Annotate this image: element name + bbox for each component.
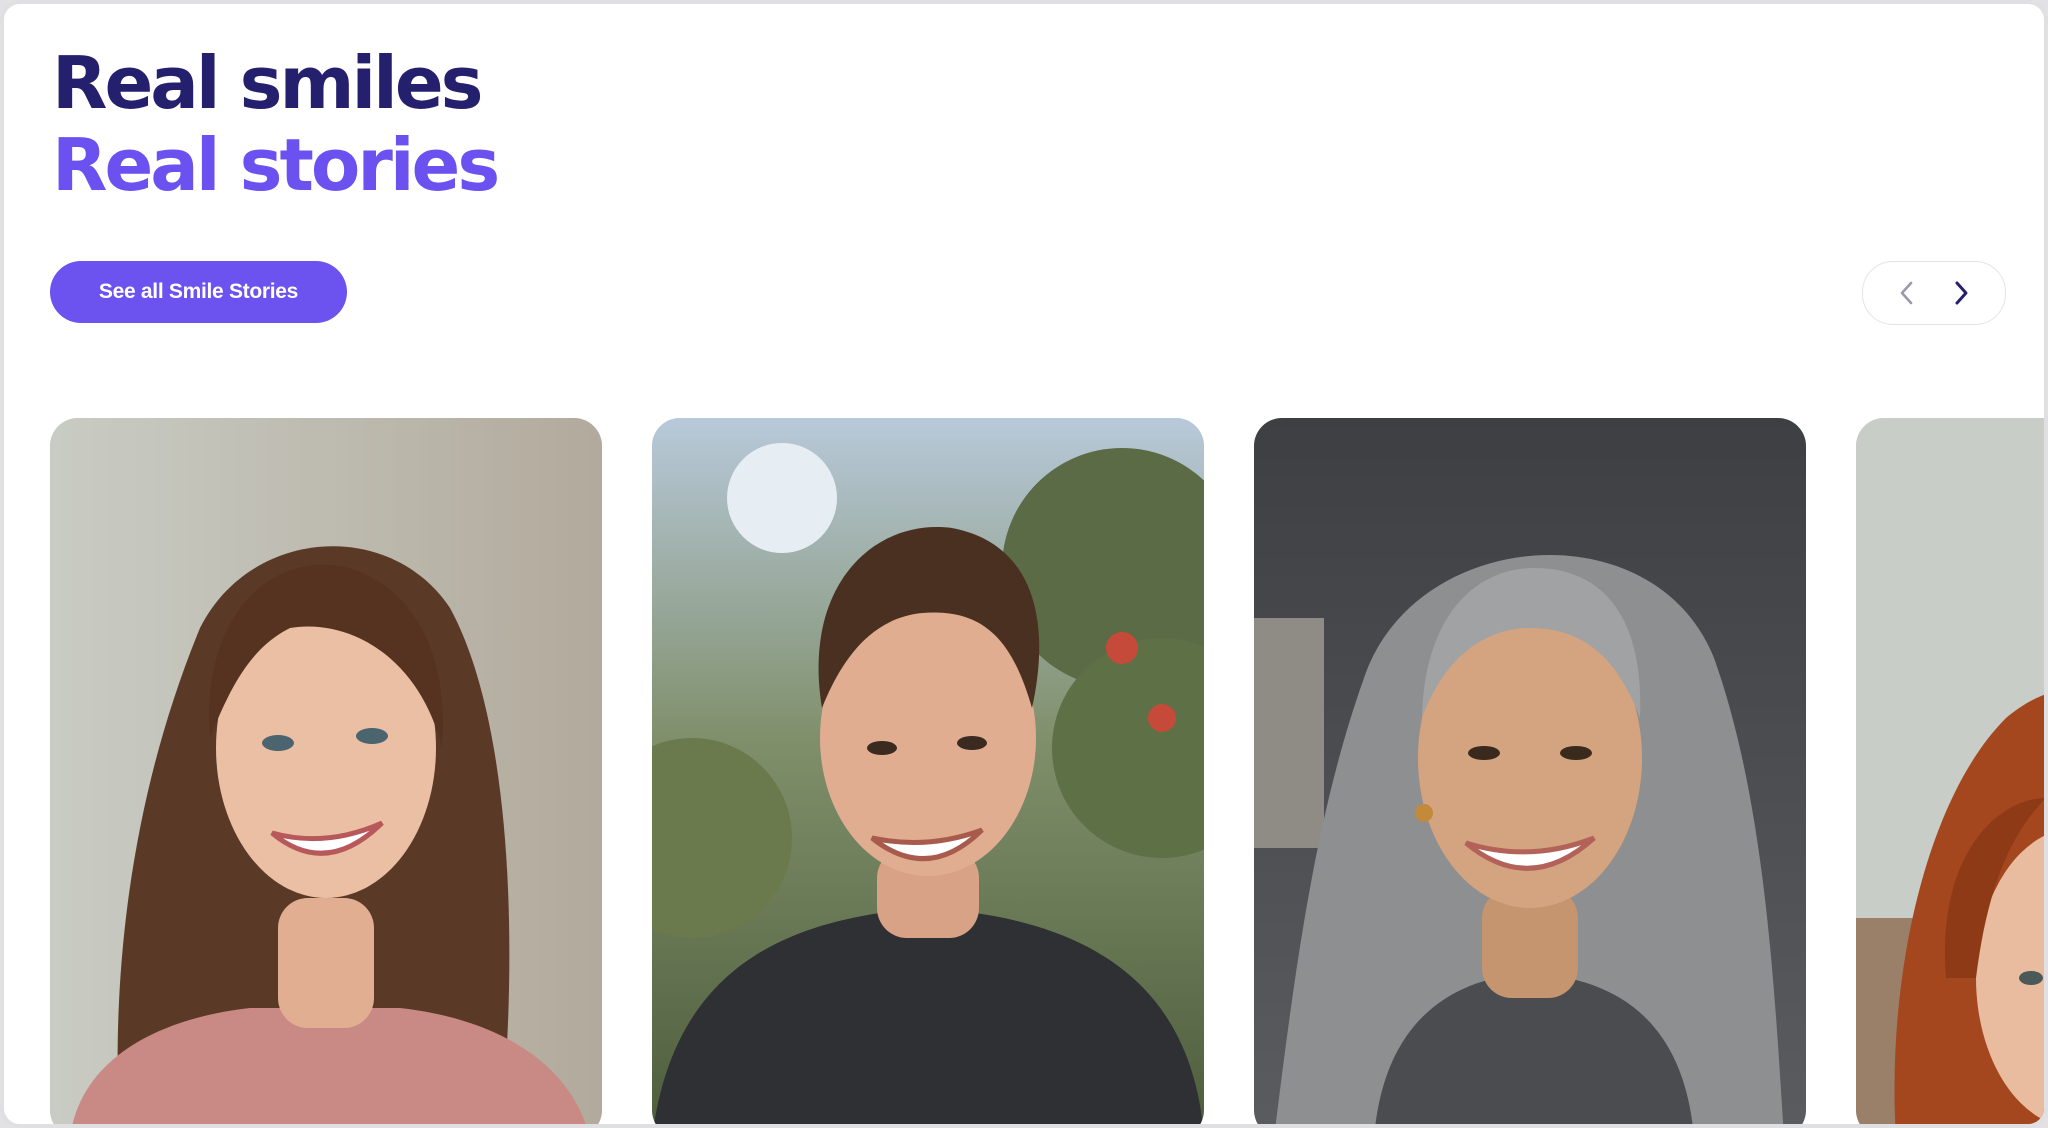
smiling-red-haired-woman-photo [1856,418,2044,1124]
heading-line-1: Real smiles [52,41,484,125]
chevron-left-icon [1900,281,1913,305]
smiling-older-woman-photo [1254,418,1806,1124]
story-card-4[interactable] [1856,418,2044,1124]
chevron-right-icon [1955,281,1968,305]
smiling-young-woman-photo [50,418,602,1124]
carousel-prev-button[interactable] [1891,273,1923,313]
heading-line-2: Real stories [52,123,500,207]
story-card-1[interactable] [50,418,602,1124]
story-card-2[interactable] [652,418,1204,1124]
carousel-navigation [1862,261,2006,325]
smiling-young-man-photo [652,418,1204,1124]
carousel-next-button[interactable] [1945,273,1977,313]
story-card-3[interactable] [1254,418,1806,1124]
see-all-smile-stories-button[interactable]: See all Smile Stories [50,261,347,323]
section-heading: Real smiles Real stories [52,41,500,207]
smile-stories-section: Real smiles Real stories See all Smile S… [0,0,2048,1128]
